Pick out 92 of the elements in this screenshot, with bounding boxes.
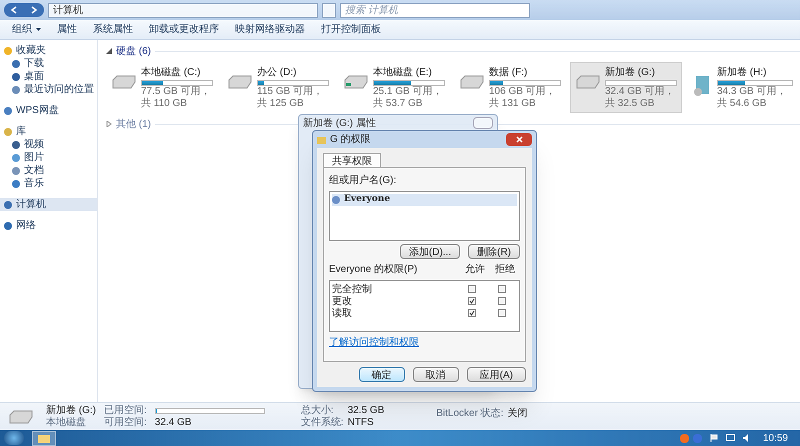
toolbar-button[interactable]: 组织 [12, 22, 32, 37]
allow-header: 允许 [464, 262, 486, 277]
permissions-label: Everyone 的权限(P) [329, 262, 418, 277]
hard-drive-icon [8, 410, 34, 424]
drive-info: 115 GB 可用，共 125 GB [257, 86, 324, 110]
toolbar-button[interactable]: 打开控制面板 [321, 22, 381, 37]
start-button[interactable] [4, 431, 24, 445]
sidebar-item[interactable]: 最近访问的位置 [0, 83, 97, 96]
sidebar-item[interactable]: 计算机 [0, 198, 97, 211]
dialog-title: 新加卷 (G:) 属性 [303, 116, 376, 130]
deny-header: 拒绝 [494, 262, 516, 277]
sidebar-item[interactable]: 文档 [0, 164, 97, 177]
back-forward-buttons[interactable] [4, 3, 44, 17]
checkbox[interactable] [468, 285, 476, 293]
checkbox[interactable] [498, 285, 506, 293]
permission-name: 更改 [332, 294, 353, 308]
permission-name: 读取 [332, 306, 353, 320]
drive-name: 办公 (D:) [257, 66, 298, 80]
file-system-label: 文件系统: [300, 416, 344, 428]
add-button[interactable]: 添加(D)... [400, 244, 460, 259]
dialog-title: G 的权限 [330, 132, 371, 147]
sidebar-item[interactable]: 库 [0, 125, 97, 138]
drive-tile[interactable]: 本地磁盘 (C:) 77.5 GB 可用，共 110 GB [106, 62, 218, 113]
drive-name: 本地磁盘 (C:) [141, 66, 202, 80]
sidebar-item[interactable]: 下载 [0, 57, 97, 70]
bitlocker-value: 关闭 [508, 406, 528, 421]
drive-name: 数据 (F:) [489, 66, 528, 80]
sidebar-item[interactable]: 桌面 [0, 70, 97, 83]
drive-name: 新加卷 (H:) [717, 66, 768, 80]
toolbar-button[interactable]: 映射网络驱动器 [235, 22, 305, 37]
drive-info: 32.4 GB 可用，共 32.5 GB [605, 86, 676, 110]
address-text: 计算机 [53, 4, 83, 18]
search-field[interactable]: 搜索 计算机 [340, 2, 530, 18]
drive-name: 新加卷 (G:) [46, 404, 96, 416]
volume-icon[interactable] [742, 434, 751, 442]
drive-info: 25.1 GB 可用，共 53.7 GB [373, 86, 444, 110]
drive-tile[interactable]: 办公 (D:) 115 GB 可用，共 125 GB [222, 62, 334, 113]
toolbar-button[interactable]: 系统属性 [93, 22, 133, 37]
hard-drive-icon [227, 75, 253, 89]
hard-drive-icon [343, 75, 369, 89]
group-header[interactable]: 硬盘 (6) [116, 44, 151, 58]
drive-tile[interactable]: 数据 (F:) 106 GB 可用，共 131 GB [454, 62, 566, 113]
group-header[interactable]: 其他 (1) [116, 116, 151, 132]
drive-info: 77.5 GB 可用，共 110 GB [141, 86, 212, 110]
drive-tile[interactable]: 新加卷 (G:) 32.4 GB 可用，共 32.5 GB [570, 62, 682, 113]
drive-info: 106 GB 可用，共 131 GB [489, 86, 557, 110]
checkbox[interactable] [468, 309, 476, 317]
drive-name: 本地磁盘 (E:) [373, 66, 433, 80]
permissions-help-link[interactable]: 了解访问控制和权限 [329, 335, 520, 350]
drive-tile[interactable]: 本地磁盘 (E:) 25.1 GB 可用，共 53.7 GB [338, 62, 450, 113]
sidebar-item[interactable]: 收藏夹 [0, 44, 97, 57]
used-space-label: 已用空间: [104, 404, 147, 416]
file-system-value: NTFS [348, 416, 375, 428]
checkbox[interactable] [468, 297, 476, 305]
checkbox[interactable] [498, 309, 506, 317]
sidebar-item[interactable]: 视频 [0, 138, 97, 151]
permission-name: 完全控制 [332, 282, 373, 296]
hard-drive-icon [111, 75, 137, 89]
dialog-button[interactable]: 应用(A) [466, 367, 526, 382]
caret-icon[interactable] [36, 28, 41, 31]
free-space-value: 32.4 GB [154, 416, 192, 428]
dialog-button[interactable]: 确定 [358, 367, 405, 382]
hard-drive-icon [459, 75, 485, 89]
hard-drive-icon [575, 75, 601, 89]
free-space-label: 可用空间: [104, 416, 147, 428]
remove-button[interactable]: 删除(R) [468, 244, 520, 259]
users-list[interactable]: Everyone [329, 191, 520, 241]
dialog-button[interactable]: 取消 [412, 367, 459, 382]
sidebar-item[interactable]: 网络 [0, 219, 97, 232]
sidebar-item[interactable]: 音乐 [0, 177, 97, 190]
toolbar-button[interactable]: 卸载或更改程序 [149, 22, 219, 37]
explorer-taskbar-icon[interactable] [32, 430, 56, 446]
close-button[interactable] [506, 133, 532, 146]
address-bar[interactable]: 计算机 [48, 2, 318, 18]
toolbar-button[interactable]: 属性 [57, 22, 77, 37]
collapse-icon[interactable] [106, 48, 112, 54]
sidebar-item[interactable]: WPS网盘 [0, 104, 97, 117]
drive-name: 新加卷 (G:) [605, 66, 656, 80]
close-icon [516, 136, 522, 143]
bitlocker-label: BitLocker 状态: [436, 406, 504, 421]
tab[interactable]: 共享权限 [323, 153, 381, 168]
total-size-label: 总大小: [300, 404, 335, 416]
users-label: 组或用户名(G): [329, 174, 398, 188]
total-size-value: 32.5 GB [348, 404, 384, 416]
drive-info: 34.3 GB 可用，共 54.6 GB [717, 86, 788, 110]
clock-time[interactable]: 10:59 [762, 430, 788, 446]
sidebar-item[interactable]: 图片 [0, 151, 97, 164]
expand-icon[interactable] [106, 121, 112, 127]
drive-tile[interactable]: 新加卷 (H:) 34.3 GB 可用，共 54.6 GB [686, 62, 798, 113]
drive-type: 本地磁盘 [46, 416, 86, 428]
flag-icon[interactable] [710, 434, 718, 442]
checkbox[interactable] [498, 297, 506, 305]
